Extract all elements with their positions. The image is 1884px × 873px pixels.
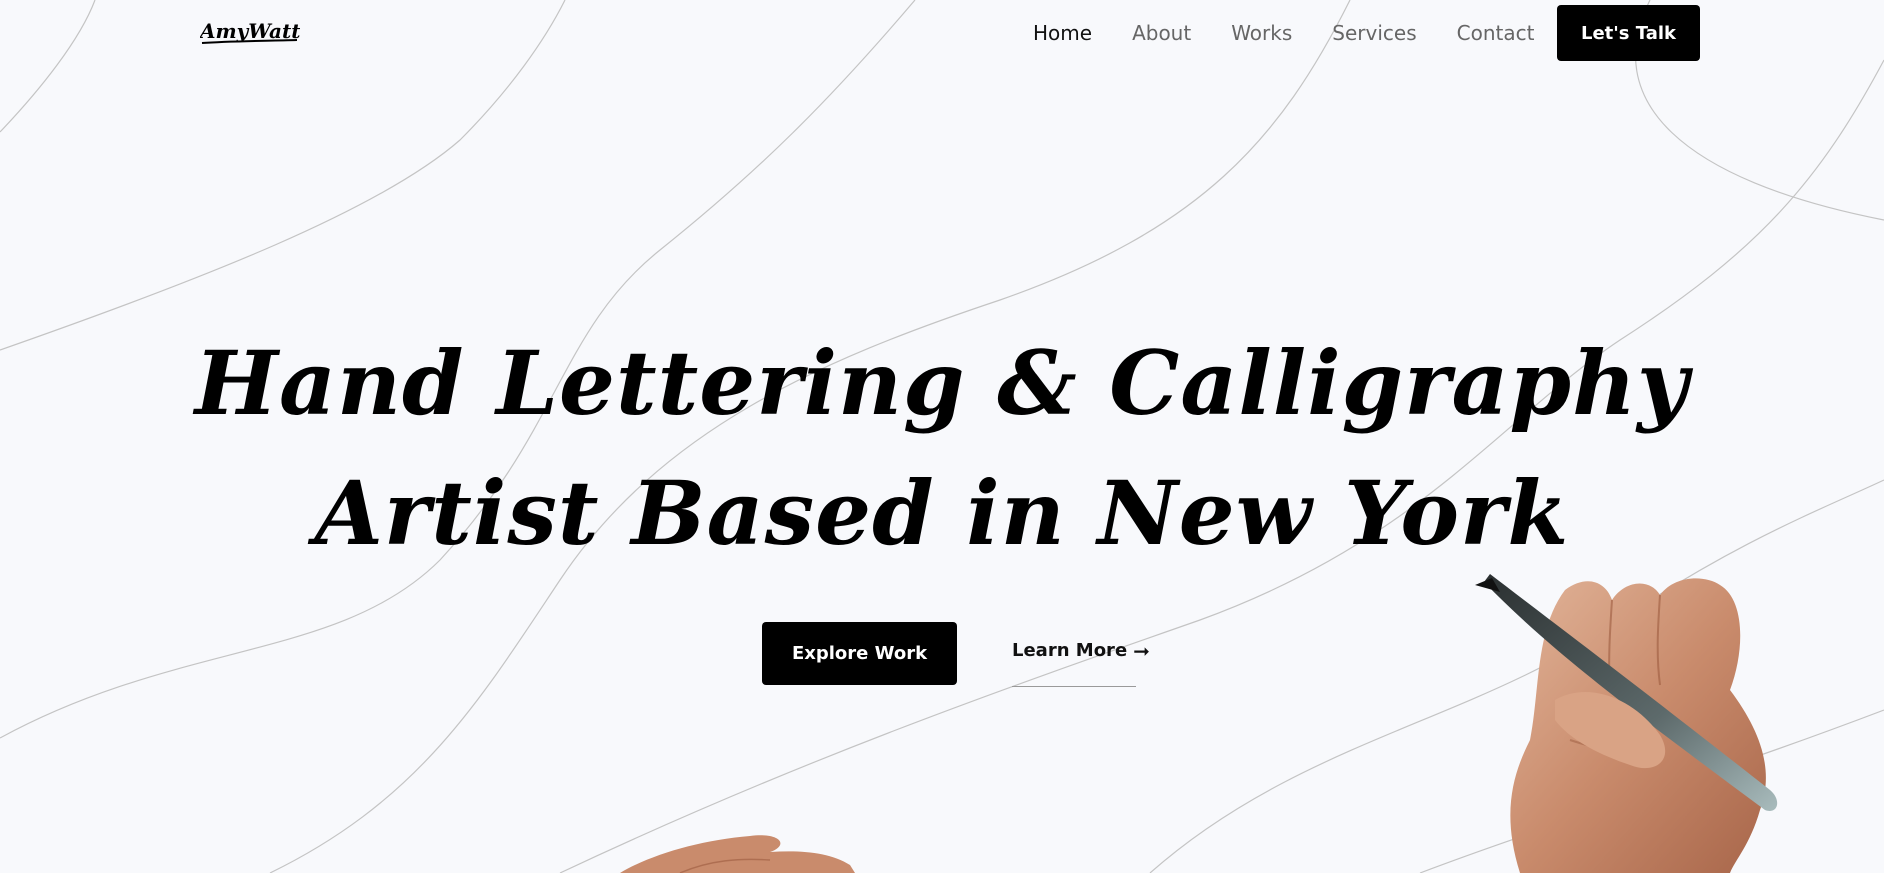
landing-page: AmyWatt Home About Works Services Contac… — [0, 0, 1884, 873]
arrow-right-icon: ➞ — [1133, 639, 1150, 663]
headline-line-1: Hand Lettering & Calligraphy — [194, 331, 1690, 435]
nav-contact[interactable]: Contact — [1457, 20, 1535, 46]
lets-talk-button[interactable]: Let's Talk — [1557, 5, 1700, 61]
nav-services[interactable]: Services — [1332, 20, 1416, 46]
hand-with-pen-image — [1475, 574, 1778, 873]
nav-about[interactable]: About — [1132, 20, 1191, 46]
hero-headline: Hand Lettering & Calligraphy Artist Base… — [0, 318, 1884, 578]
nav-home[interactable]: Home — [1033, 20, 1092, 46]
nav-works[interactable]: Works — [1231, 20, 1292, 46]
main-nav: Home About Works Services Contact — [1033, 20, 1574, 46]
brand-logo[interactable]: AmyWatt — [198, 14, 301, 50]
explore-work-button[interactable]: Explore Work — [762, 622, 957, 685]
learn-more-label: Learn More — [1012, 640, 1128, 661]
hand-bottom-image — [620, 835, 855, 873]
headline-line-2: Artist Based in New York — [314, 461, 1570, 565]
learn-more-link[interactable]: Learn More ➞ — [1012, 640, 1150, 687]
